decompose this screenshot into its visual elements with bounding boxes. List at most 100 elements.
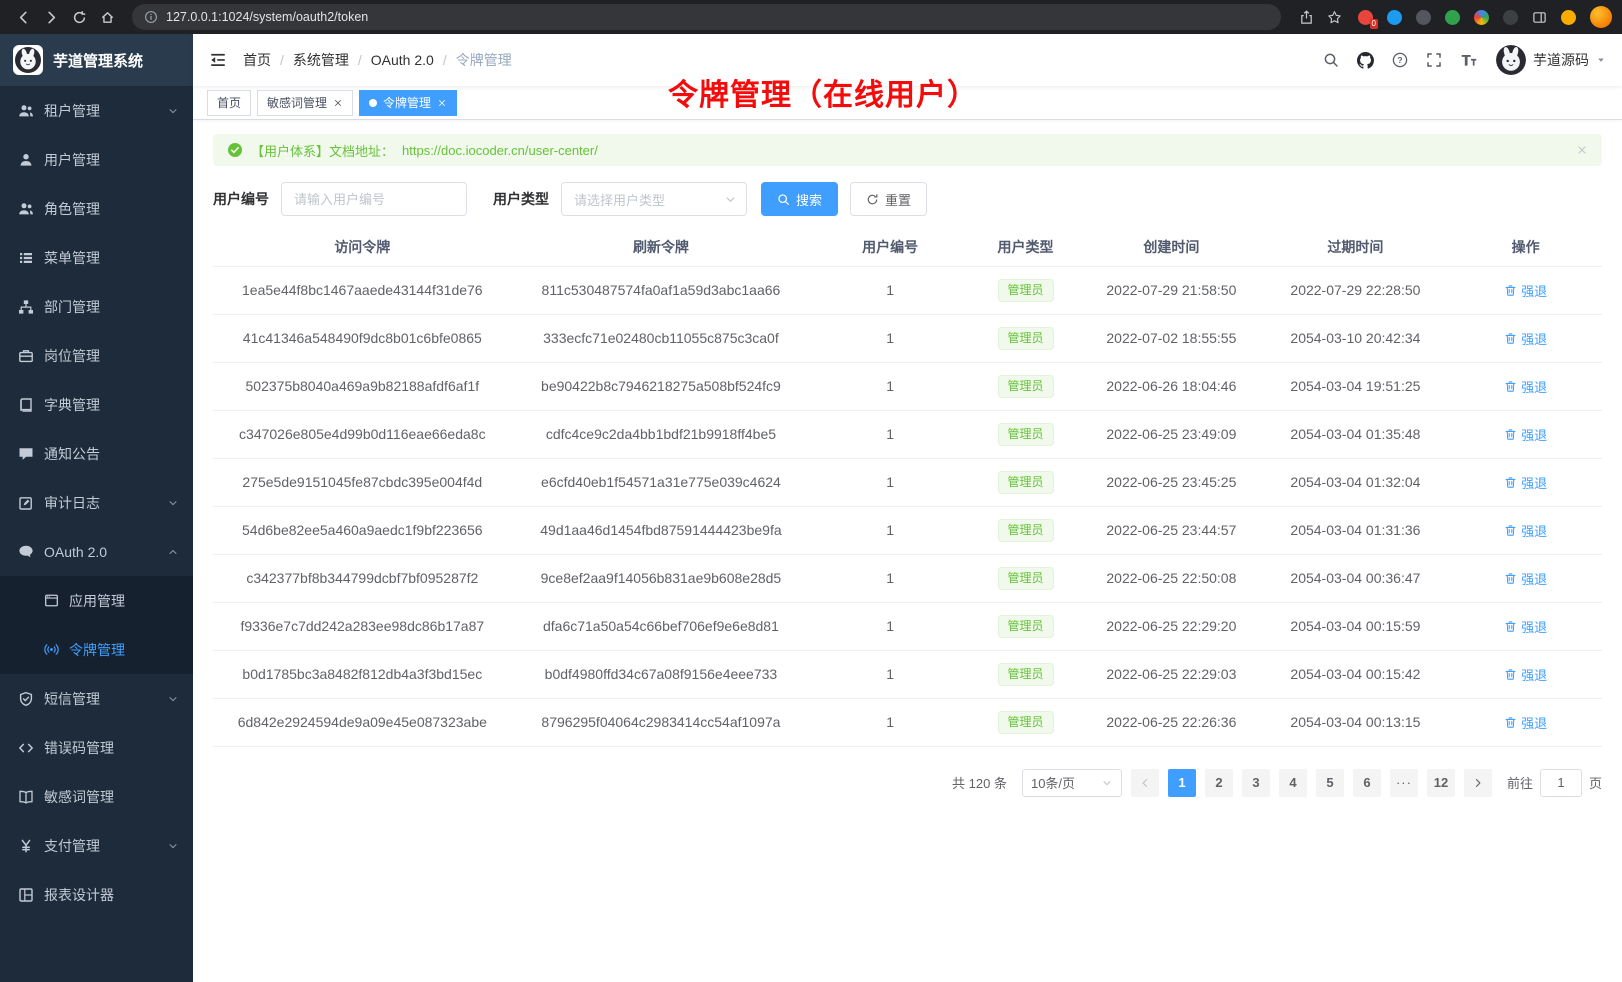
page-button-6[interactable]: 6 <box>1353 769 1381 797</box>
fullscreen-icon[interactable] <box>1426 52 1442 68</box>
header-search-icon[interactable] <box>1323 52 1339 68</box>
force-logout-button[interactable]: 强退 <box>1504 713 1547 732</box>
cell-expire-time: 2054-03-04 00:13:15 <box>1262 698 1450 746</box>
side-panel-icon[interactable] <box>1529 7 1549 27</box>
tab-label: 首页 <box>217 94 241 111</box>
force-logout-button[interactable]: 强退 <box>1504 617 1547 636</box>
breadcrumb-separator: / <box>443 52 447 68</box>
annotation-text: 令牌管理（在线用户） <box>668 70 978 114</box>
force-logout-button[interactable]: 强退 <box>1504 569 1547 588</box>
tab-home[interactable]: 首页 <box>207 90 251 116</box>
browser-profile-avatar[interactable] <box>1590 6 1612 28</box>
sidebar-item-token-mgmt[interactable]: 令牌管理 <box>0 625 193 674</box>
sidebar-item-app-mgmt[interactable]: 应用管理 <box>0 576 193 625</box>
browser-home-button[interactable] <box>94 4 120 30</box>
search-button[interactable]: 搜索 <box>761 182 838 216</box>
github-icon[interactable] <box>1357 52 1374 69</box>
browser-address-bar[interactable]: 127.0.0.1:1024/system/oauth2/token <box>132 4 1281 30</box>
sidebar-item-audit-log[interactable]: 审计日志 <box>0 478 193 527</box>
reset-button[interactable]: 重置 <box>850 182 927 216</box>
breadcrumb-oauth[interactable]: OAuth 2.0 <box>371 52 434 68</box>
font-size-icon[interactable] <box>1460 51 1478 69</box>
collapse-sidebar-button[interactable] <box>209 51 227 69</box>
prev-page-button[interactable] <box>1131 769 1159 797</box>
sidebar-item-report-designer[interactable]: 报表设计器 <box>0 870 193 919</box>
sidebar-item-label: 令牌管理 <box>69 640 125 660</box>
page-button-1[interactable]: 1 <box>1168 769 1196 797</box>
browser-reload-button[interactable] <box>66 4 92 30</box>
alert-close-icon[interactable] <box>1576 144 1588 156</box>
sidebar-item-tenant[interactable]: 租户管理 <box>0 86 193 135</box>
force-logout-label: 强退 <box>1521 713 1547 732</box>
page-button-4[interactable]: 4 <box>1279 769 1307 797</box>
chevron-down-icon <box>167 693 179 705</box>
app-logo-bar[interactable]: 芋道管理系统 <box>0 34 193 86</box>
tab-close-icon[interactable] <box>437 98 447 108</box>
force-logout-button[interactable]: 强退 <box>1504 665 1547 684</box>
extension-icon[interactable] <box>1558 7 1578 27</box>
extension-icon[interactable] <box>1500 7 1520 27</box>
browser-forward-button[interactable] <box>38 4 64 30</box>
force-logout-button[interactable]: 强退 <box>1504 329 1547 348</box>
sidebar-item-dept[interactable]: 部门管理 <box>0 282 193 331</box>
force-logout-button[interactable]: 强退 <box>1504 473 1547 492</box>
user-menu[interactable]: 芋道源码 <box>1496 45 1606 75</box>
force-logout-label: 强退 <box>1521 617 1547 636</box>
chevron-right-icon <box>1472 777 1484 789</box>
sidebar-item-menu[interactable]: 菜单管理 <box>0 233 193 282</box>
next-page-button[interactable] <box>1464 769 1492 797</box>
goto-page-input[interactable] <box>1540 769 1582 797</box>
force-logout-button[interactable]: 强退 <box>1504 425 1547 444</box>
cell-actions: 强退 <box>1449 410 1602 458</box>
tab-token-management[interactable]: 令牌管理 <box>359 90 457 116</box>
cell-refresh-token: 9ce8ef2aa9f14056b831ae9b608e28d5 <box>512 554 811 602</box>
fold-menu-icon <box>209 51 227 69</box>
cell-expire-time: 2054-03-04 00:36:47 <box>1262 554 1450 602</box>
breadcrumb-system[interactable]: 系统管理 <box>293 50 349 70</box>
sidebar-item-sensitive-word[interactable]: 敏感词管理 <box>0 772 193 821</box>
doc-link[interactable]: https://doc.iocoder.cn/user-center/ <box>402 143 598 158</box>
sidebar-item-post[interactable]: 岗位管理 <box>0 331 193 380</box>
breadcrumb-home[interactable]: 首页 <box>243 50 271 70</box>
app-logo <box>13 45 43 75</box>
tab-sensitive-word[interactable]: 敏感词管理 <box>257 90 353 116</box>
extension-icon[interactable] <box>1413 7 1433 27</box>
page-button-12[interactable]: 12 <box>1427 769 1455 797</box>
page-button-3[interactable]: 3 <box>1242 769 1270 797</box>
browser-bookmark-button[interactable] <box>1321 4 1347 30</box>
extension-icon[interactable] <box>1471 7 1491 27</box>
page-button-2[interactable]: 2 <box>1205 769 1233 797</box>
token-management-page: 【用户体系】文档地址： https://doc.iocoder.cn/user-… <box>193 120 1622 982</box>
sidebar-item-dict[interactable]: 字典管理 <box>0 380 193 429</box>
sidebar-item-sms[interactable]: 短信管理 <box>0 674 193 723</box>
browser-share-button[interactable] <box>1293 4 1319 30</box>
tab-close-icon[interactable] <box>333 98 343 108</box>
page-button-5[interactable]: 5 <box>1316 769 1344 797</box>
extension-icon[interactable]: 0 <box>1355 7 1375 27</box>
user-id-input[interactable] <box>281 182 467 216</box>
site-info-icon[interactable] <box>144 10 158 24</box>
force-logout-button[interactable]: 强退 <box>1504 281 1547 300</box>
search-form: 用户编号 用户类型 请选择用户类型 搜索 重置 <box>213 182 1602 216</box>
force-logout-button[interactable]: 强退 <box>1504 521 1547 540</box>
user-type-select[interactable]: 请选择用户类型 <box>561 182 747 216</box>
help-icon[interactable] <box>1392 52 1408 68</box>
page-unit-label: 页 <box>1589 773 1602 792</box>
sidebar-item-notice[interactable]: 通知公告 <box>0 429 193 478</box>
sidebar-item-error-code[interactable]: 错误码管理 <box>0 723 193 772</box>
tab-label: 令牌管理 <box>383 94 431 111</box>
error-code-icon <box>18 740 34 756</box>
chevron-down-icon <box>167 497 179 509</box>
more-pages-button[interactable]: ··· <box>1390 769 1418 797</box>
browser-back-button[interactable] <box>10 4 36 30</box>
sidebar-item-payment[interactable]: 支付管理 <box>0 821 193 870</box>
sidebar-item-user[interactable]: 用户管理 <box>0 135 193 184</box>
sidebar-item-role[interactable]: 角色管理 <box>0 184 193 233</box>
extension-icon[interactable] <box>1442 7 1462 27</box>
force-logout-icon <box>1504 668 1517 681</box>
page-size-select[interactable]: 10条/页 <box>1022 769 1122 797</box>
cell-access-token: 502375b8040a469a9b82188afdf6af1f <box>213 362 512 410</box>
extension-icon[interactable] <box>1384 7 1404 27</box>
force-logout-button[interactable]: 强退 <box>1504 377 1547 396</box>
sidebar-item-oauth[interactable]: OAuth 2.0 <box>0 527 193 576</box>
